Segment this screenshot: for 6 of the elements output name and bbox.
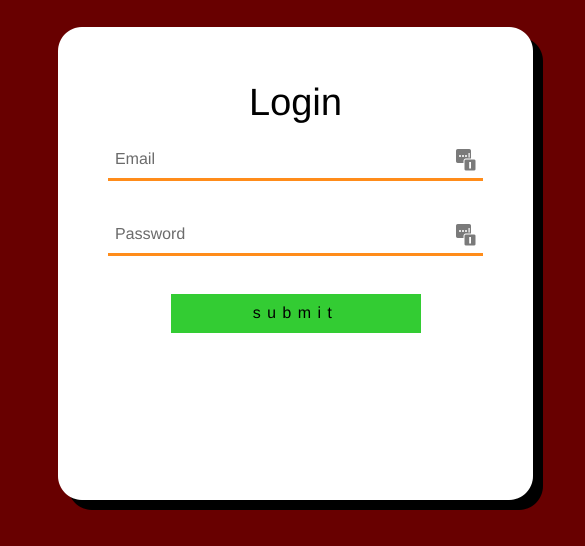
input-field[interactable]: Password — [115, 220, 448, 250]
password-manager-icon[interactable] — [456, 224, 476, 246]
input-field[interactable]: Email — [115, 144, 448, 174]
login-title: Login — [249, 81, 342, 126]
submit-button[interactable]: submit — [170, 294, 420, 333]
password-manager-icon[interactable] — [456, 148, 476, 170]
